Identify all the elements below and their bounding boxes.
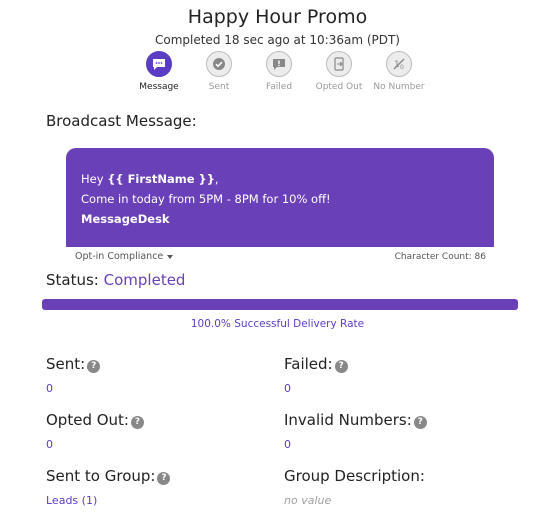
opted-out-label: Opted Out:? <box>46 411 144 429</box>
delivery-progress-bar <box>42 299 518 310</box>
step-failed[interactable]: Failed <box>249 51 309 92</box>
message-line-2: Come in today from 5PM - 8PM for 10% off… <box>81 192 331 206</box>
message-line-1: Hey {{ FirstName }}, <box>81 172 219 186</box>
opted-out-icon <box>326 51 352 77</box>
group-description-label: Group Description: <box>284 467 425 485</box>
sent-label: Sent:? <box>46 355 101 373</box>
help-icon[interactable]: ? <box>334 360 348 373</box>
step-label: Failed <box>265 82 293 92</box>
broadcast-section-title: Broadcast Message: <box>46 112 197 130</box>
completion-subtitle: Completed 18 sec ago at 10:36am (PDT) <box>154 33 400 47</box>
sent-value: 0 <box>46 382 53 395</box>
failed-icon <box>266 51 292 77</box>
status-steps: Message Sent Failed Opted Out 10 No Numb… <box>0 51 555 95</box>
no-number-icon: 10 <box>386 51 412 77</box>
check-icon <box>206 51 232 77</box>
message-icon <box>146 51 172 77</box>
opt-in-compliance-dropdown[interactable]: Opt-in Compliance <box>75 251 174 262</box>
help-icon[interactable]: ? <box>157 472 171 485</box>
status-value: Completed <box>103 271 186 289</box>
caret-down-icon <box>167 254 174 259</box>
step-label: Sent <box>208 82 230 92</box>
step-label: Message <box>139 82 179 92</box>
opted-out-value: 0 <box>46 438 53 451</box>
invalid-numbers-value: 0 <box>284 438 291 451</box>
step-sent[interactable]: Sent <box>189 51 249 92</box>
progress-fill <box>42 299 518 310</box>
character-count: Character Count: 86 <box>394 252 486 262</box>
sent-to-group-label: Sent to Group:? <box>46 467 171 485</box>
message-line-3: MessageDesk <box>81 212 170 226</box>
step-opted-out[interactable]: Opted Out <box>309 51 369 92</box>
failed-label: Failed:? <box>284 355 348 373</box>
svg-text:0: 0 <box>400 64 404 71</box>
help-icon[interactable]: ? <box>87 360 101 373</box>
step-label: No Number <box>373 82 425 92</box>
page-title: Happy Hour Promo <box>187 6 368 28</box>
invalid-numbers-label: Invalid Numbers:? <box>284 411 427 429</box>
first-name-token: {{ FirstName }} <box>107 172 215 186</box>
help-icon[interactable]: ? <box>130 416 144 429</box>
step-label: Opted Out <box>315 82 363 92</box>
step-message[interactable]: Message <box>129 51 189 92</box>
status-line: Status: Completed <box>46 271 185 289</box>
delivery-rate-text: 100.0% Successful Delivery Rate <box>190 318 365 330</box>
failed-value: 0 <box>284 382 291 395</box>
group-description-value: no value <box>284 494 332 507</box>
broadcast-message-bubble: Hey {{ FirstName }}, Come in today from … <box>66 148 494 247</box>
help-icon[interactable]: ? <box>413 416 427 429</box>
step-no-number[interactable]: 10 No Number <box>369 51 429 92</box>
status-label: Status: <box>46 271 99 289</box>
group-link[interactable]: Leads (1) <box>46 494 97 507</box>
